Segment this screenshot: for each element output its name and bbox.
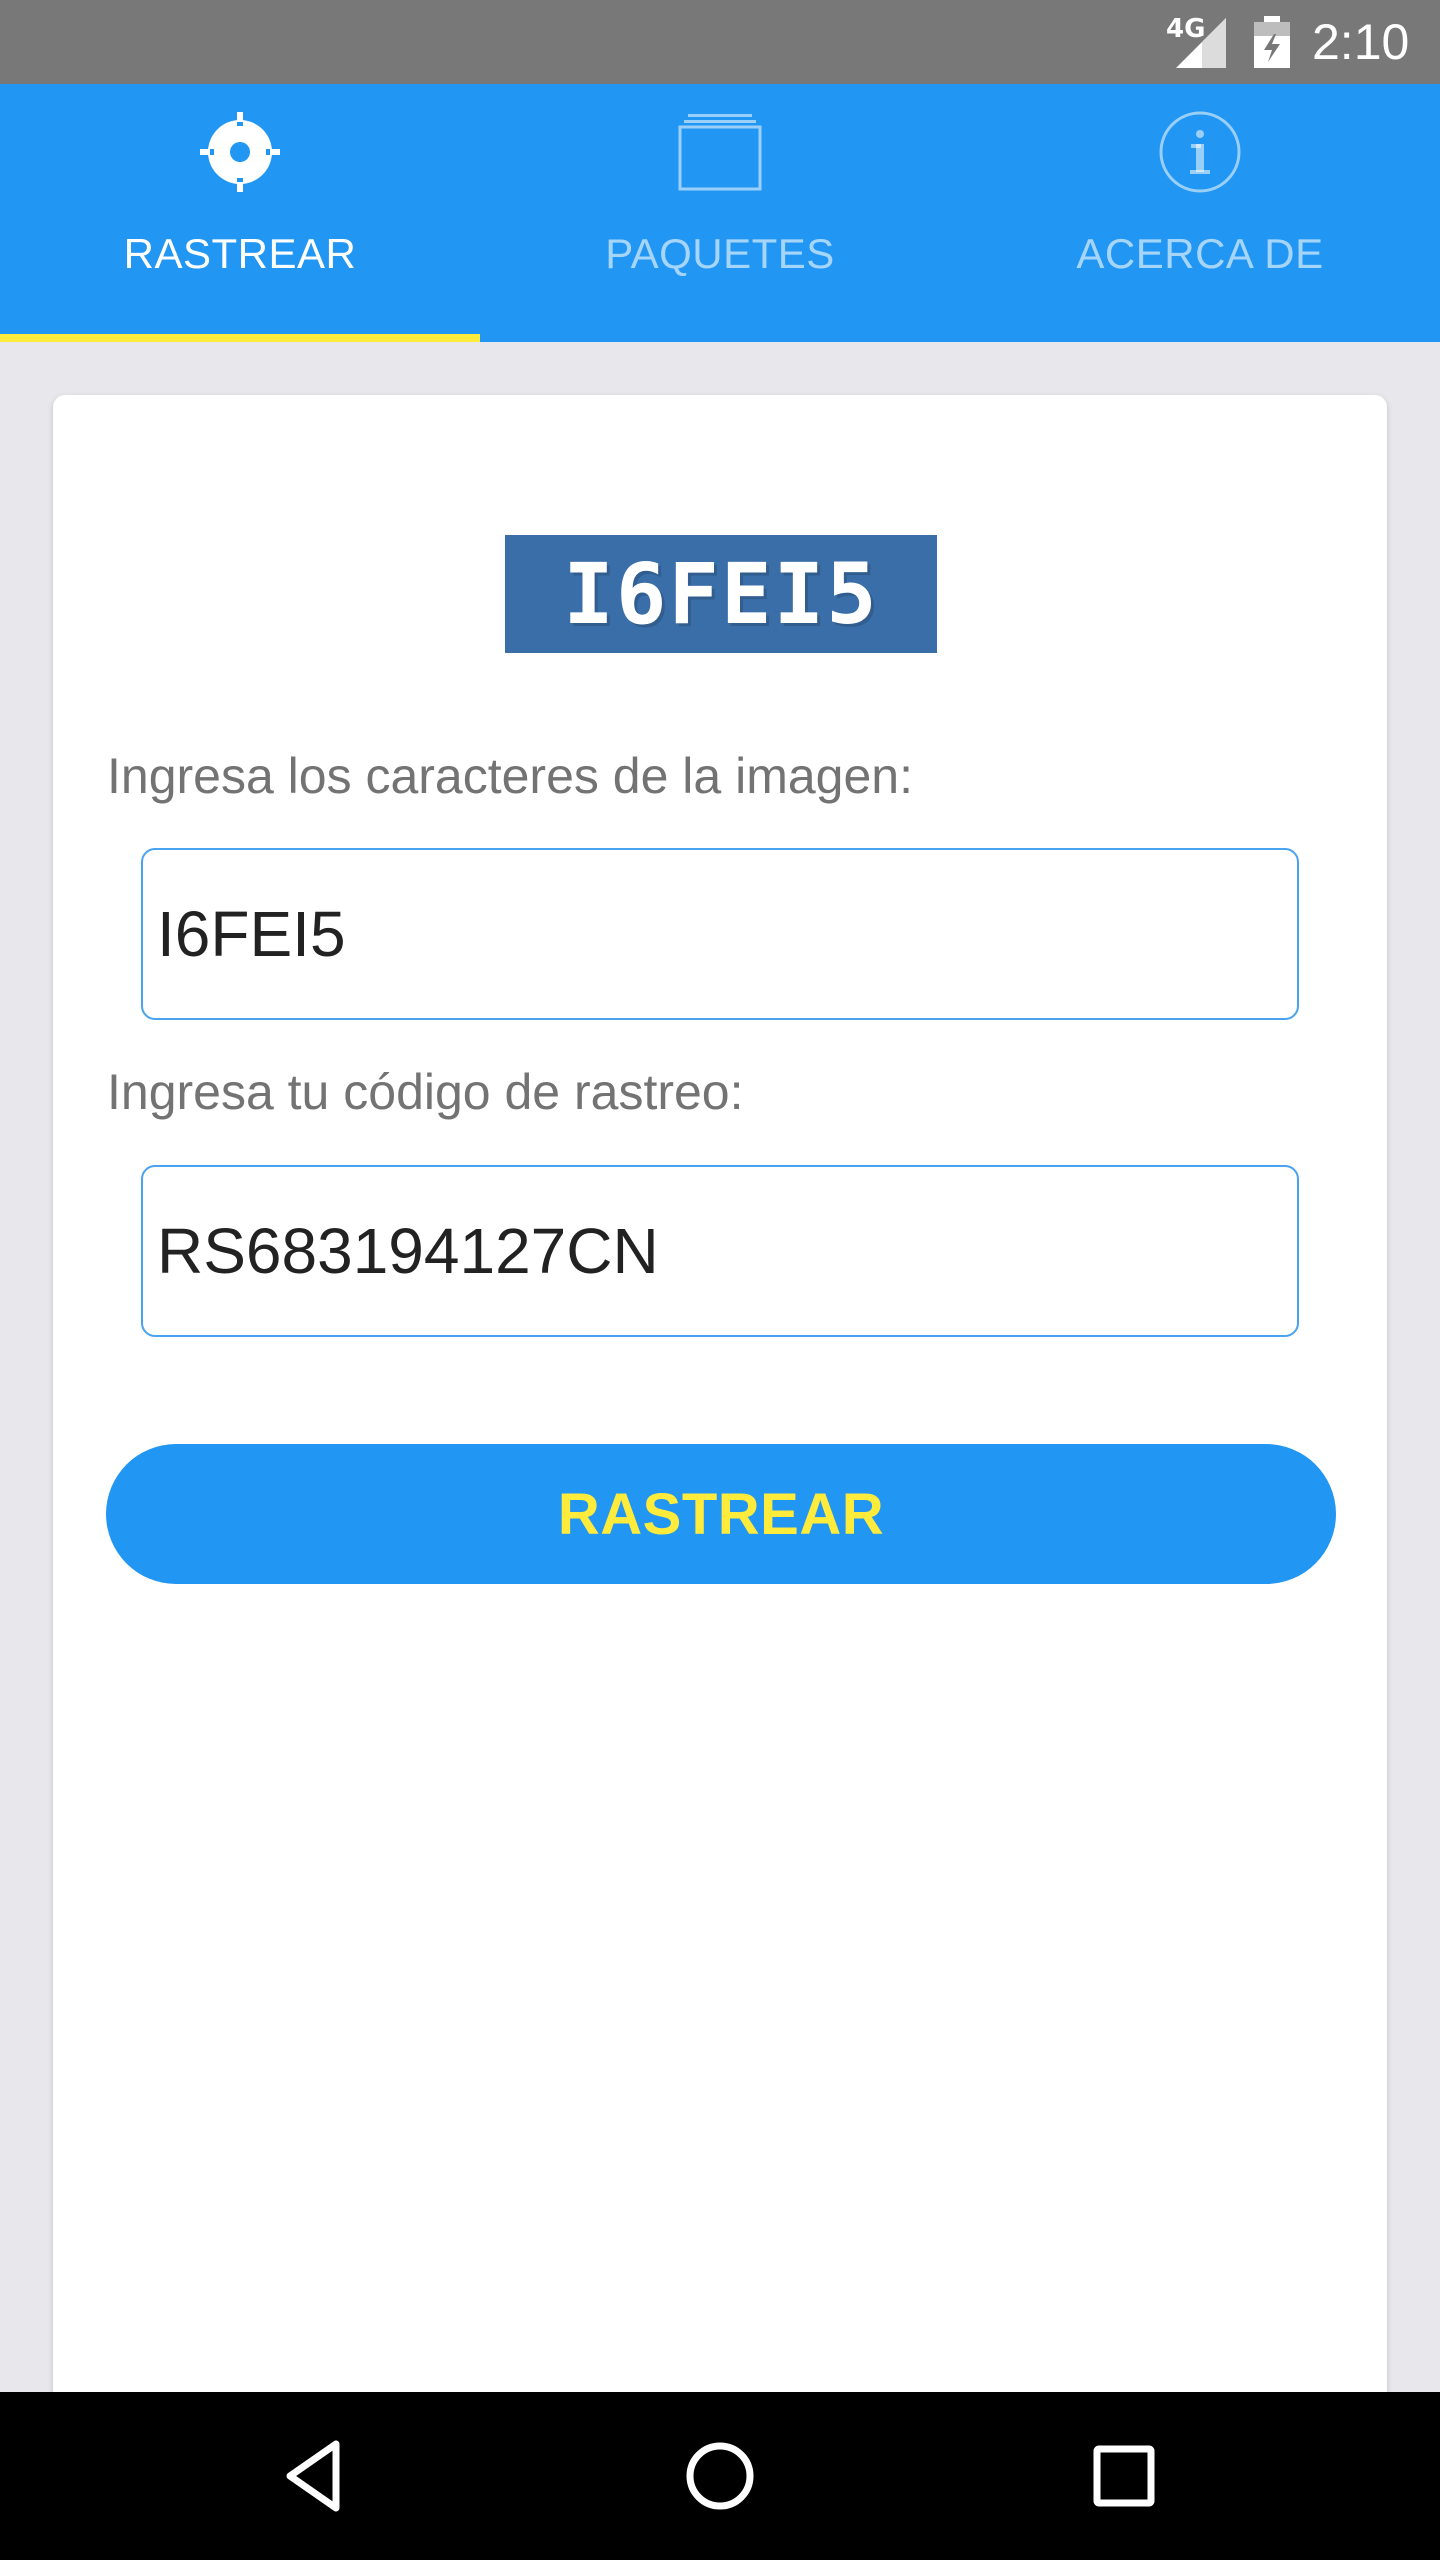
crosshair-icon: [198, 110, 282, 194]
tab-rastrear[interactable]: RASTREAR: [0, 84, 480, 342]
rastrear-button[interactable]: RASTREAR: [106, 1444, 1336, 1584]
active-tab-indicator: [0, 334, 480, 342]
captcha-input[interactable]: [141, 848, 1299, 1020]
tab-bar: RASTREAR PAQUETES ACERCA DE: [0, 84, 1440, 342]
tracking-code-input[interactable]: [141, 1165, 1299, 1337]
tracking-form-card: I6FEI5 Ingresa los caracteres de la imag…: [53, 395, 1387, 2415]
battery-icon: [1254, 16, 1290, 68]
package-stack-icon: [678, 114, 762, 191]
clock: 2:10: [1312, 14, 1410, 70]
back-icon[interactable]: [274, 2434, 358, 2518]
home-icon[interactable]: [678, 2434, 762, 2518]
tab-label: RASTREAR: [123, 230, 357, 277]
tab-label: PAQUETES: [605, 230, 835, 277]
info-icon: [1159, 111, 1241, 193]
system-nav-bar: [0, 2392, 1440, 2560]
signal-icon: [1176, 18, 1226, 68]
status-bar: 4G 2:10: [0, 0, 1440, 84]
captcha-image: I6FEI5: [505, 535, 937, 653]
tab-label: ACERCA DE: [1076, 230, 1324, 277]
captcha-text: I6FEI5: [563, 545, 879, 643]
tracking-code-label: Ingresa tu código de rastreo:: [107, 1064, 744, 1120]
tab-paquetes[interactable]: PAQUETES: [480, 84, 960, 342]
tab-acerca-de[interactable]: ACERCA DE: [960, 84, 1440, 342]
captcha-field-label: Ingresa los caracteres de la imagen:: [107, 748, 913, 804]
recents-icon[interactable]: [1082, 2434, 1166, 2518]
